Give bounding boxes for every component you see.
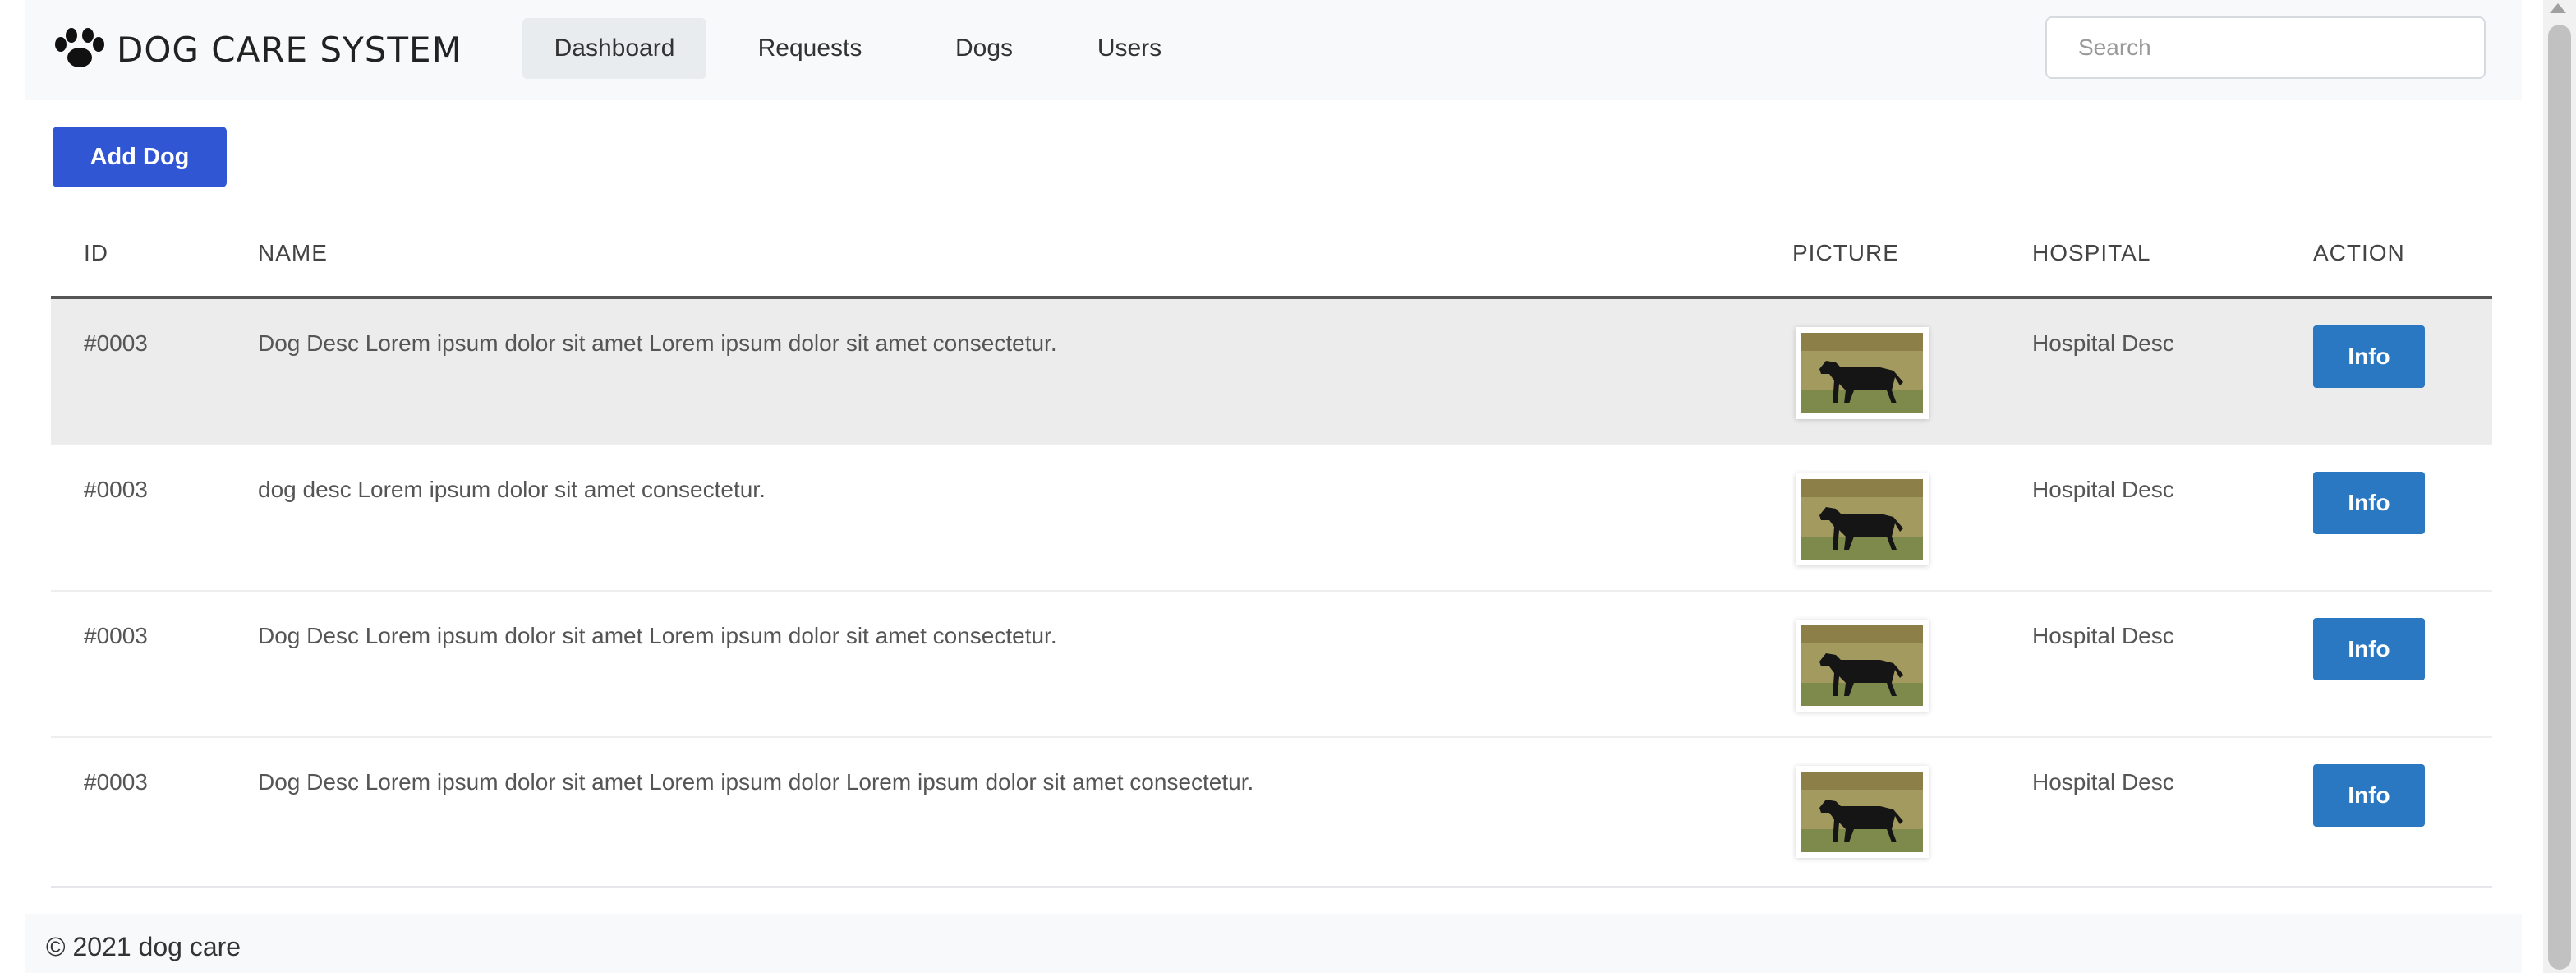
row-hospital: Hospital Desc [2032, 623, 2174, 648]
search-input[interactable] [2045, 16, 2486, 79]
info-button[interactable]: Info [2313, 472, 2425, 534]
row-id: #0003 [84, 769, 148, 795]
brand[interactable]: DOG CARE SYSTEM [53, 25, 462, 74]
row-name: Dog Desc Lorem ipsum dolor sit amet Lore… [258, 623, 1057, 648]
footer: © 2021 dog care [25, 914, 2522, 973]
info-button[interactable]: Info [2313, 325, 2425, 388]
dog-thumbnail-image [1801, 479, 1923, 560]
scrollbar-thumb[interactable] [2548, 25, 2571, 970]
dog-thumbnail-image [1801, 625, 1923, 706]
info-button[interactable]: Info [2313, 618, 2425, 680]
brand-title: DOG CARE SYSTEM [117, 29, 462, 70]
table-row: #0003 Dog Desc Lorem ipsum dolor sit ame… [51, 592, 2492, 738]
nav-requests[interactable]: Requests [748, 18, 872, 79]
row-id: #0003 [84, 330, 148, 356]
row-hospital: Hospital Desc [2032, 330, 2174, 356]
scroll-up-arrow-icon[interactable] [2550, 3, 2566, 13]
row-id: #0003 [84, 477, 148, 502]
column-header-action: ACTION [2313, 240, 2405, 265]
row-name: dog desc Lorem ipsum dolor sit amet cons… [258, 477, 766, 502]
row-name: Dog Desc Lorem ipsum dolor sit amet Lore… [258, 769, 1254, 795]
dog-thumbnail-image [1801, 333, 1923, 413]
vertical-scrollbar[interactable] [2543, 0, 2576, 973]
column-header-picture: PICTURE [1792, 240, 1899, 265]
nav-dashboard[interactable]: Dashboard [522, 18, 706, 79]
nav-dogs[interactable]: Dogs [943, 18, 1025, 79]
dog-picture [1796, 620, 1929, 712]
row-hospital: Hospital Desc [2032, 477, 2174, 502]
column-header-name: NAME [258, 240, 328, 265]
row-hospital: Hospital Desc [2032, 769, 2174, 795]
paw-icon [55, 28, 104, 67]
table-row: #0003 Dog Desc Lorem ipsum dolor sit ame… [51, 738, 2492, 884]
column-header-id: ID [84, 240, 108, 265]
column-header-hospital: HOSPITAL [2032, 240, 2151, 265]
row-id: #0003 [84, 623, 148, 648]
dog-thumbnail-image [1801, 772, 1923, 852]
navbar: DOG CARE SYSTEM Dashboard Requests Dogs … [25, 0, 2522, 100]
nav-users[interactable]: Users [1081, 18, 1178, 79]
row-name: Dog Desc Lorem ipsum dolor sit amet Lore… [258, 330, 1057, 356]
dog-picture [1796, 766, 1929, 858]
dog-picture [1796, 473, 1929, 565]
footer-copyright: © 2021 dog care [46, 932, 242, 961]
info-button[interactable]: Info [2313, 764, 2425, 827]
table-row: #0003 Dog Desc Lorem ipsum dolor sit ame… [51, 299, 2492, 445]
table-row: #0003 dog desc Lorem ipsum dolor sit ame… [51, 445, 2492, 592]
dog-picture [1796, 327, 1929, 419]
dogs-table: ID NAME PICTURE HOSPITAL ACTION #0003 Do… [51, 215, 2492, 888]
add-dog-button[interactable]: Add Dog [53, 127, 227, 187]
